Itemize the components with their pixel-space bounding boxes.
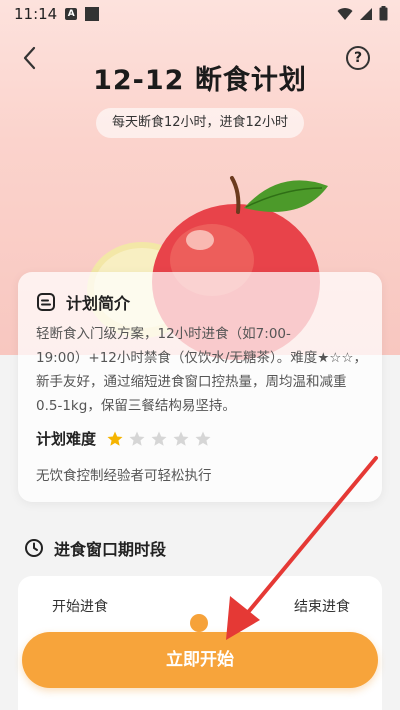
- difficulty-row: 计划难度: [36, 428, 212, 449]
- end-eating-label: 结束进食: [294, 599, 350, 615]
- status-right-icons: [337, 6, 388, 21]
- difficulty-label: 计划难度: [36, 430, 97, 448]
- intro-description: 轻断食入门级方案，12小时进食（如7:00-19:00）+12小时禁食（仅饮水/…: [36, 326, 367, 414]
- clock-icon: [25, 539, 43, 557]
- status-time: 11:14: [14, 5, 58, 23]
- star-empty-icon: [173, 431, 189, 446]
- difficulty-stars: [106, 430, 212, 448]
- notification-a-icon: A: [65, 8, 78, 20]
- plan-subtitle: 每天断食12小时，进食12小时: [96, 108, 304, 138]
- star-empty-icon: [129, 431, 145, 446]
- start-eating-label: 开始进食: [52, 599, 108, 615]
- intro-heading-row: 计划简介: [36, 290, 130, 314]
- notification-square-icon: [85, 7, 100, 21]
- star-empty-icon: [195, 431, 211, 446]
- plan-intro-card: 计划简介 轻断食入门级方案，12小时进食（如7:00-19:00）+12小时禁食…: [18, 272, 382, 502]
- eating-window-heading-row: 进食窗口期时段: [24, 536, 166, 560]
- intro-heading: 计划简介: [66, 294, 131, 313]
- document-icon: [37, 293, 55, 311]
- signal-icon: [360, 7, 372, 20]
- star-empty-icon: [151, 431, 167, 446]
- star-filled-icon: [107, 431, 123, 446]
- page-title: 12-12 断食计划: [93, 65, 307, 96]
- start-now-button[interactable]: 立即开始: [22, 632, 378, 688]
- battery-icon: [379, 6, 388, 21]
- wifi-icon: [337, 7, 353, 20]
- difficulty-note: 无饮食控制经验者可轻松执行: [36, 468, 212, 484]
- eating-window-heading: 进食窗口期时段: [54, 540, 167, 559]
- time-slider-handle[interactable]: [190, 614, 208, 632]
